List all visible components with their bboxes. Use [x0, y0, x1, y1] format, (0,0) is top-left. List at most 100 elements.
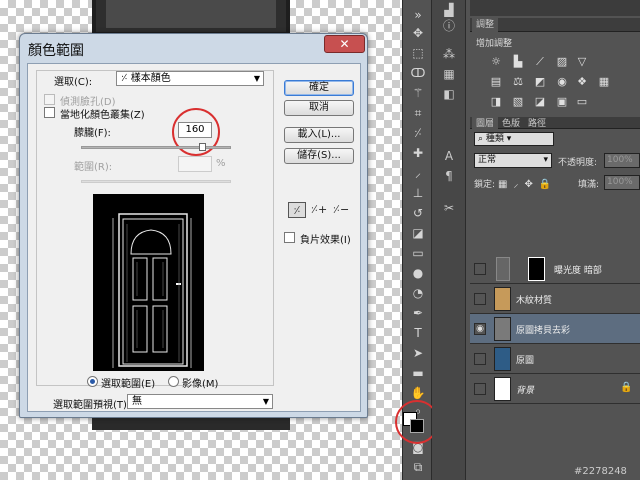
lock-icons[interactable]: ▦⸝✥🔒: [498, 176, 557, 190]
exposure-adjust-icon[interactable]: ▨: [556, 56, 568, 68]
blur-tool-icon[interactable]: ●: [408, 264, 428, 282]
move-tool-icon[interactable]: ✥: [408, 24, 428, 42]
door-frame-inner: [106, 0, 276, 28]
layer-row[interactable]: 原圖: [470, 344, 640, 374]
screen-mode-icon[interactable]: ⧉: [408, 458, 428, 476]
photo-filter-adjust-icon[interactable]: ◉: [556, 76, 568, 88]
ok-button[interactable]: 確定: [284, 80, 354, 96]
chevron-down-icon: ▼: [253, 74, 260, 83]
magic-wand-tool-icon[interactable]: ⚚: [408, 84, 428, 102]
range-slider[interactable]: [81, 180, 231, 183]
adjustments-title: 增加調整: [476, 39, 513, 49]
load-button[interactable]: 載入(L)...: [284, 127, 354, 143]
layers-tabbar: 圖層 色版 路徑: [470, 117, 640, 131]
selective-color-adjust-icon[interactable]: ▣: [556, 96, 568, 108]
blend-mode-select[interactable]: 正常 ▾: [474, 153, 552, 168]
layer-thumb: [494, 287, 511, 311]
healing-brush-tool-icon[interactable]: ✚: [408, 144, 428, 162]
detect-faces-checkbox[interactable]: [44, 94, 55, 105]
tool-presets-icon[interactable]: ✂: [440, 200, 458, 216]
visibility-toggle[interactable]: [474, 293, 486, 305]
layer-row[interactable]: 曝光度 暗部: [470, 254, 640, 284]
history-brush-tool-icon[interactable]: ↺: [408, 204, 428, 222]
shape-tool-icon[interactable]: ▬: [408, 364, 428, 382]
opacity-input[interactable]: 100%: [604, 153, 640, 168]
image-radio-label: 影像(M): [182, 379, 219, 390]
visibility-toggle[interactable]: [474, 263, 486, 275]
selection-preview-dropdown[interactable]: 無 ▼: [127, 394, 273, 409]
tab-channels[interactable]: 色版: [498, 117, 524, 131]
styles-panel-icon[interactable]: ◧: [440, 86, 458, 102]
layer-mask-thumb[interactable]: [528, 257, 545, 281]
gradient-map-adjust-icon[interactable]: ▭: [576, 96, 588, 108]
dodge-tool-icon[interactable]: ◔: [408, 284, 428, 302]
invert-checkbox[interactable]: [284, 232, 295, 243]
marquee-tool-icon[interactable]: ⬚: [408, 44, 428, 62]
eyedropper-tool-icon[interactable]: ⸓: [408, 124, 428, 142]
crop-tool-icon[interactable]: ⌗: [408, 104, 428, 122]
bw-adjust-icon[interactable]: ◩: [534, 76, 546, 88]
eraser-tool-icon[interactable]: ◪: [408, 224, 428, 242]
channel-mixer-adjust-icon[interactable]: ❖: [576, 76, 588, 88]
visibility-toggle[interactable]: [474, 353, 486, 365]
paragraph-panel-icon[interactable]: ¶: [440, 168, 458, 184]
swatches-panel-icon[interactable]: ▦: [440, 66, 458, 82]
tab-adjustments[interactable]: 調整: [472, 18, 499, 32]
layer-row[interactable]: 木紋材質: [470, 284, 640, 314]
eyedropper-icon[interactable]: ⸓: [288, 202, 306, 218]
image-radio[interactable]: [168, 376, 179, 387]
localized-clusters-checkbox[interactable]: [44, 107, 55, 118]
layer-name: 曝光度 暗部: [554, 266, 602, 276]
visibility-toggle[interactable]: [474, 383, 486, 395]
threshold-adjust-icon[interactable]: ◪: [534, 96, 546, 108]
color-balance-adjust-icon[interactable]: ⚖: [512, 76, 524, 88]
path-selection-tool-icon[interactable]: ➤: [408, 344, 428, 362]
selection-radio[interactable]: [87, 376, 98, 387]
histogram-strip: [470, 0, 640, 16]
preview-label: 選取範圍預視(T):: [53, 400, 131, 411]
fuzziness-slider[interactable]: [81, 146, 231, 149]
layer-kind-filter[interactable]: ⌕ 種類 ▾: [474, 132, 554, 146]
info-panel-icon[interactable]: ⓘ: [440, 18, 458, 34]
eye-icon[interactable]: ◉: [474, 323, 486, 335]
dialog-title: 顏色範圍: [28, 43, 84, 59]
brush-presets-icon[interactable]: ⁂: [440, 46, 458, 62]
select-dropdown[interactable]: ⸓ 樣本顏色 ▼: [116, 71, 264, 86]
hue-sat-adjust-icon[interactable]: ▤: [490, 76, 502, 88]
brightness-adjust-icon[interactable]: ☼: [490, 56, 502, 68]
select-label: 選取(C):: [54, 77, 93, 88]
eyedropper-plus-icon[interactable]: ⸓+: [310, 202, 328, 218]
lasso-tool-icon[interactable]: ↀ: [408, 64, 428, 82]
histogram-panel-icon[interactable]: ▟: [440, 2, 458, 18]
save-button[interactable]: 儲存(S)...: [284, 148, 354, 164]
gradient-tool-icon[interactable]: ▭: [408, 244, 428, 262]
layer-row-selected[interactable]: ◉ 原圖拷貝去彩: [470, 314, 640, 344]
vibrance-adjust-icon[interactable]: ▽: [576, 56, 588, 68]
posterize-adjust-icon[interactable]: ▧: [512, 96, 524, 108]
color-lookup-adjust-icon[interactable]: ▦: [598, 76, 610, 88]
eyedropper-minus-icon[interactable]: ⸓−: [332, 202, 350, 218]
collapse-icon[interactable]: »: [408, 6, 428, 24]
close-button[interactable]: ✕: [324, 35, 365, 53]
watermark: #2278248: [574, 466, 627, 477]
fuzziness-slider-thumb[interactable]: [199, 143, 206, 151]
levels-adjust-icon[interactable]: ▙: [512, 56, 524, 68]
fill-input[interactable]: 100%: [604, 175, 640, 190]
layer-thumb: [494, 317, 511, 341]
layer-name: 背景: [516, 386, 535, 396]
type-tool-icon[interactable]: T: [408, 324, 428, 342]
tab-layers[interactable]: 圖層: [472, 117, 499, 131]
select-value: 樣本顏色: [130, 73, 171, 84]
cancel-button[interactable]: 取消: [284, 100, 354, 116]
range-input[interactable]: [178, 156, 212, 172]
pen-tool-icon[interactable]: ✒: [408, 304, 428, 322]
invert-adjust-icon[interactable]: ◨: [490, 96, 502, 108]
tab-paths[interactable]: 路徑: [524, 117, 550, 131]
door-mask-preview: [112, 213, 192, 368]
curves-adjust-icon[interactable]: ⟋: [534, 56, 546, 68]
layer-row[interactable]: 背景 🔒: [470, 374, 640, 404]
range-unit: %: [216, 158, 226, 169]
character-panel-icon[interactable]: A: [440, 148, 458, 164]
clone-stamp-tool-icon[interactable]: ⊥: [408, 184, 428, 202]
brush-tool-icon[interactable]: ⸝: [408, 164, 428, 182]
